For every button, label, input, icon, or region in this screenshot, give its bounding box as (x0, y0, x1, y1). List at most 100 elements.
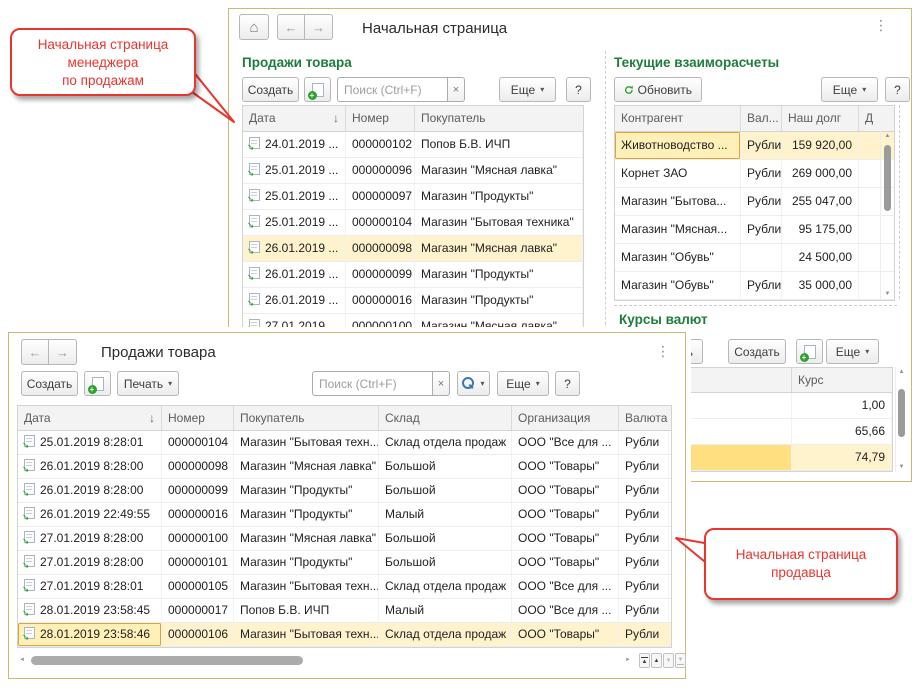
column-header[interactable]: Вал... (741, 106, 782, 131)
table-row[interactable]: ➘26.01.2019 8:28:00000000099Магазин "Про… (18, 479, 671, 503)
table-cell: ➘28.01.2019 23:58:46 (18, 623, 162, 646)
table-row[interactable]: ➘24.01.2019 ...000000102Попов Б.В. ИЧП (243, 132, 583, 158)
column-header[interactable]: Покупатель (234, 406, 379, 430)
page-title: Начальная страница (362, 20, 507, 37)
table-cell: Большой (379, 551, 512, 574)
clear-search-button[interactable]: × (432, 371, 450, 396)
previous-row-button[interactable]: ▲ (651, 653, 662, 668)
forward-button[interactable]: → (305, 14, 333, 40)
panel-separator (899, 105, 900, 299)
column-header[interactable]: Номер (346, 106, 415, 131)
scrollbar-thumb[interactable] (884, 145, 891, 211)
print-button[interactable]: Печать▾ (117, 371, 179, 396)
table-row[interactable]: 74,79 (688, 445, 892, 471)
more-button[interactable]: Еще▾ (821, 77, 878, 102)
table-cell: Рубли (619, 551, 669, 574)
clear-search-button[interactable]: × (447, 77, 465, 102)
column-header[interactable]: Наш долг (782, 106, 859, 131)
table-row[interactable]: ➘25.01.2019 ...000000104Магазин "Бытовая… (243, 210, 583, 236)
column-header[interactable]: Номер (162, 406, 234, 430)
go-last-row-button[interactable]: ▼ (675, 653, 686, 668)
copy-document-button[interactable]: + (304, 77, 331, 102)
column-header[interactable]: Склад (379, 406, 512, 430)
table-row[interactable]: ➘25.01.2019 ...000000096Магазин "Мясная … (243, 158, 583, 184)
forward-button[interactable]: → (49, 339, 77, 365)
help-button[interactable]: ? (555, 371, 580, 396)
table-cell: Магазин "Мясная... (615, 216, 741, 243)
scrollbar-thumb[interactable] (31, 656, 303, 665)
table-cell: Магазин "Продукты" (234, 551, 379, 574)
refresh-button[interactable]: Обновить (614, 77, 702, 102)
column-header[interactable]: Контрагент (615, 106, 741, 131)
table-row[interactable]: Магазин "Бытова...Рубли255 047,00 (615, 188, 894, 216)
vertical-scrollbar[interactable]: ▲ ▼ (880, 131, 894, 299)
vertical-scrollbar[interactable]: ▲ ▼ (895, 367, 907, 472)
column-header[interactable]: Валюта в (619, 406, 669, 430)
table-row[interactable]: ➘28.01.2019 23:58:45000000017Попов Б.В. … (18, 599, 671, 623)
table-row[interactable]: Животноводство ...Рубли159 920,00 (615, 132, 894, 160)
scroll-down-icon[interactable]: ▼ (881, 289, 894, 299)
column-header[interactable]: Дата↓ (243, 106, 346, 131)
copy-document-button[interactable]: + (796, 339, 823, 364)
table-row[interactable]: Магазин "Обувь"Рубли35 000,00 (615, 272, 894, 300)
create-button[interactable]: Создать (242, 77, 299, 102)
help-button[interactable]: ? (885, 77, 910, 102)
kebab-menu-icon[interactable]: ⋮ (656, 344, 668, 358)
column-header[interactable]: Организация (512, 406, 619, 430)
table-row[interactable]: Корнет ЗАОРубли269 000,00 (615, 160, 894, 188)
column-header[interactable] (688, 368, 792, 392)
scroll-up-icon[interactable]: ▲ (881, 131, 894, 141)
table-cell: 000000098 (346, 236, 415, 261)
more-button[interactable]: Еще▾ (499, 77, 556, 102)
go-first-row-button[interactable]: ▲ (639, 653, 650, 668)
table-row[interactable]: ➘26.01.2019 ...000000098Магазин "Мясная … (243, 236, 583, 262)
scrollbar-thumb[interactable] (898, 389, 905, 437)
search-options-button[interactable]: ▾ (457, 371, 490, 396)
help-button[interactable]: ? (566, 77, 591, 102)
scroll-up-icon[interactable]: ▲ (896, 367, 907, 377)
table-row[interactable]: ➘25.01.2019 ...000000097Магазин "Продукт… (243, 184, 583, 210)
kebab-menu-icon[interactable]: ⋮ (874, 18, 886, 32)
table-row[interactable]: ➘27.01.2019 8:28:00000000101Магазин "Про… (18, 551, 671, 575)
table-row[interactable]: 65,66 (688, 419, 892, 445)
document-icon: ➘ (24, 483, 35, 495)
back-button[interactable]: ← (277, 14, 305, 40)
home-button[interactable]: ⌂ (239, 14, 269, 40)
document-icon: ➘ (24, 579, 35, 591)
horizontal-scrollbar[interactable]: ◄ ► (17, 653, 633, 668)
scroll-down-icon[interactable]: ▼ (896, 462, 907, 472)
table-row[interactable]: 1,00 (688, 393, 892, 419)
table-row[interactable]: ➘26.01.2019 8:28:00000000098Магазин "Мяс… (18, 455, 671, 479)
table-row[interactable]: ➘25.01.2019 8:28:01000000104Магазин "Быт… (18, 431, 671, 455)
table-row[interactable]: Магазин "Мясная...Рубли95 175,00 (615, 216, 894, 244)
table-row[interactable]: ➘28.01.2019 23:58:46000000106Магазин "Бы… (18, 623, 671, 647)
scroll-left-icon[interactable]: ◄ (17, 653, 27, 668)
back-button[interactable]: ← (21, 339, 49, 365)
create-button[interactable]: Создать (21, 371, 78, 396)
table-cell: Малый (379, 503, 512, 526)
table-row[interactable]: ➘26.01.2019 ...000000099Магазин "Продукт… (243, 262, 583, 288)
search-input[interactable] (312, 371, 432, 396)
next-row-button[interactable]: ▼ (663, 653, 674, 668)
more-button[interactable]: Еще▾ (826, 339, 879, 364)
table-row[interactable]: ➘27.01.2019 8:28:01000000105Магазин "Быт… (18, 575, 671, 599)
column-header[interactable]: Дата↓ (18, 406, 162, 430)
chevron-down-icon: ▾ (536, 379, 540, 388)
column-header[interactable]: Д (859, 106, 881, 131)
search-input[interactable] (337, 77, 447, 102)
table-row[interactable]: Магазин "Обувь"24 500,00 (615, 244, 894, 272)
table-cell: ➘28.01.2019 23:58:45 (18, 599, 162, 622)
create-button[interactable]: Создать (728, 339, 786, 364)
scroll-right-icon[interactable]: ► (623, 653, 633, 668)
table-row[interactable]: ➘27.01.2019 8:28:00000000100Магазин "Мяс… (18, 527, 671, 551)
column-header[interactable]: Курс (792, 368, 892, 392)
callout-manager-home-page: Начальная страница менеджера по продажам (10, 28, 196, 96)
search-box: × (337, 77, 465, 102)
table-row[interactable]: ➘26.01.2019 ...000000016Магазин "Продукт… (243, 288, 583, 314)
table-row[interactable]: ➘26.01.2019 22:49:55000000016Магазин "Пр… (18, 503, 671, 527)
more-button[interactable]: Еще▾ (497, 371, 549, 396)
section-title-rates: Курсы валют (619, 312, 708, 327)
copy-document-button[interactable]: + (84, 371, 111, 396)
column-header[interactable]: Покупатель (415, 106, 583, 131)
table-cell: 65,66 (792, 419, 892, 444)
